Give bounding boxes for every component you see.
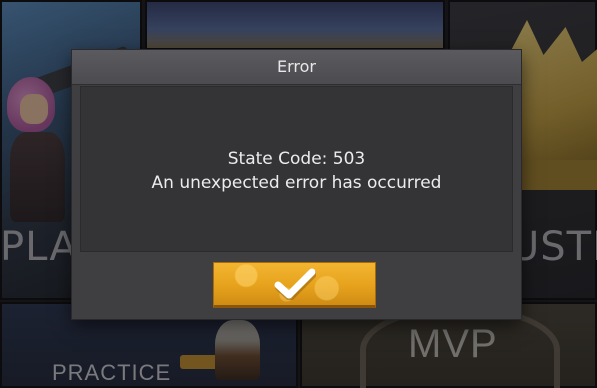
- checkmark-icon: [274, 268, 316, 300]
- dialog-title: Error: [277, 57, 316, 76]
- game-screen: PLAY USTER PRACTICE MVP Error State Code…: [0, 0, 597, 388]
- error-code-text: State Code: 503: [227, 149, 366, 169]
- dialog-body: State Code: 503 An unexpected error has …: [80, 86, 513, 252]
- error-dialog: Error State Code: 503 An unexpected erro…: [72, 50, 521, 319]
- error-message-text: An unexpected error has occurred: [151, 173, 442, 193]
- dialog-footer: [72, 252, 521, 319]
- confirm-button[interactable]: [213, 262, 376, 308]
